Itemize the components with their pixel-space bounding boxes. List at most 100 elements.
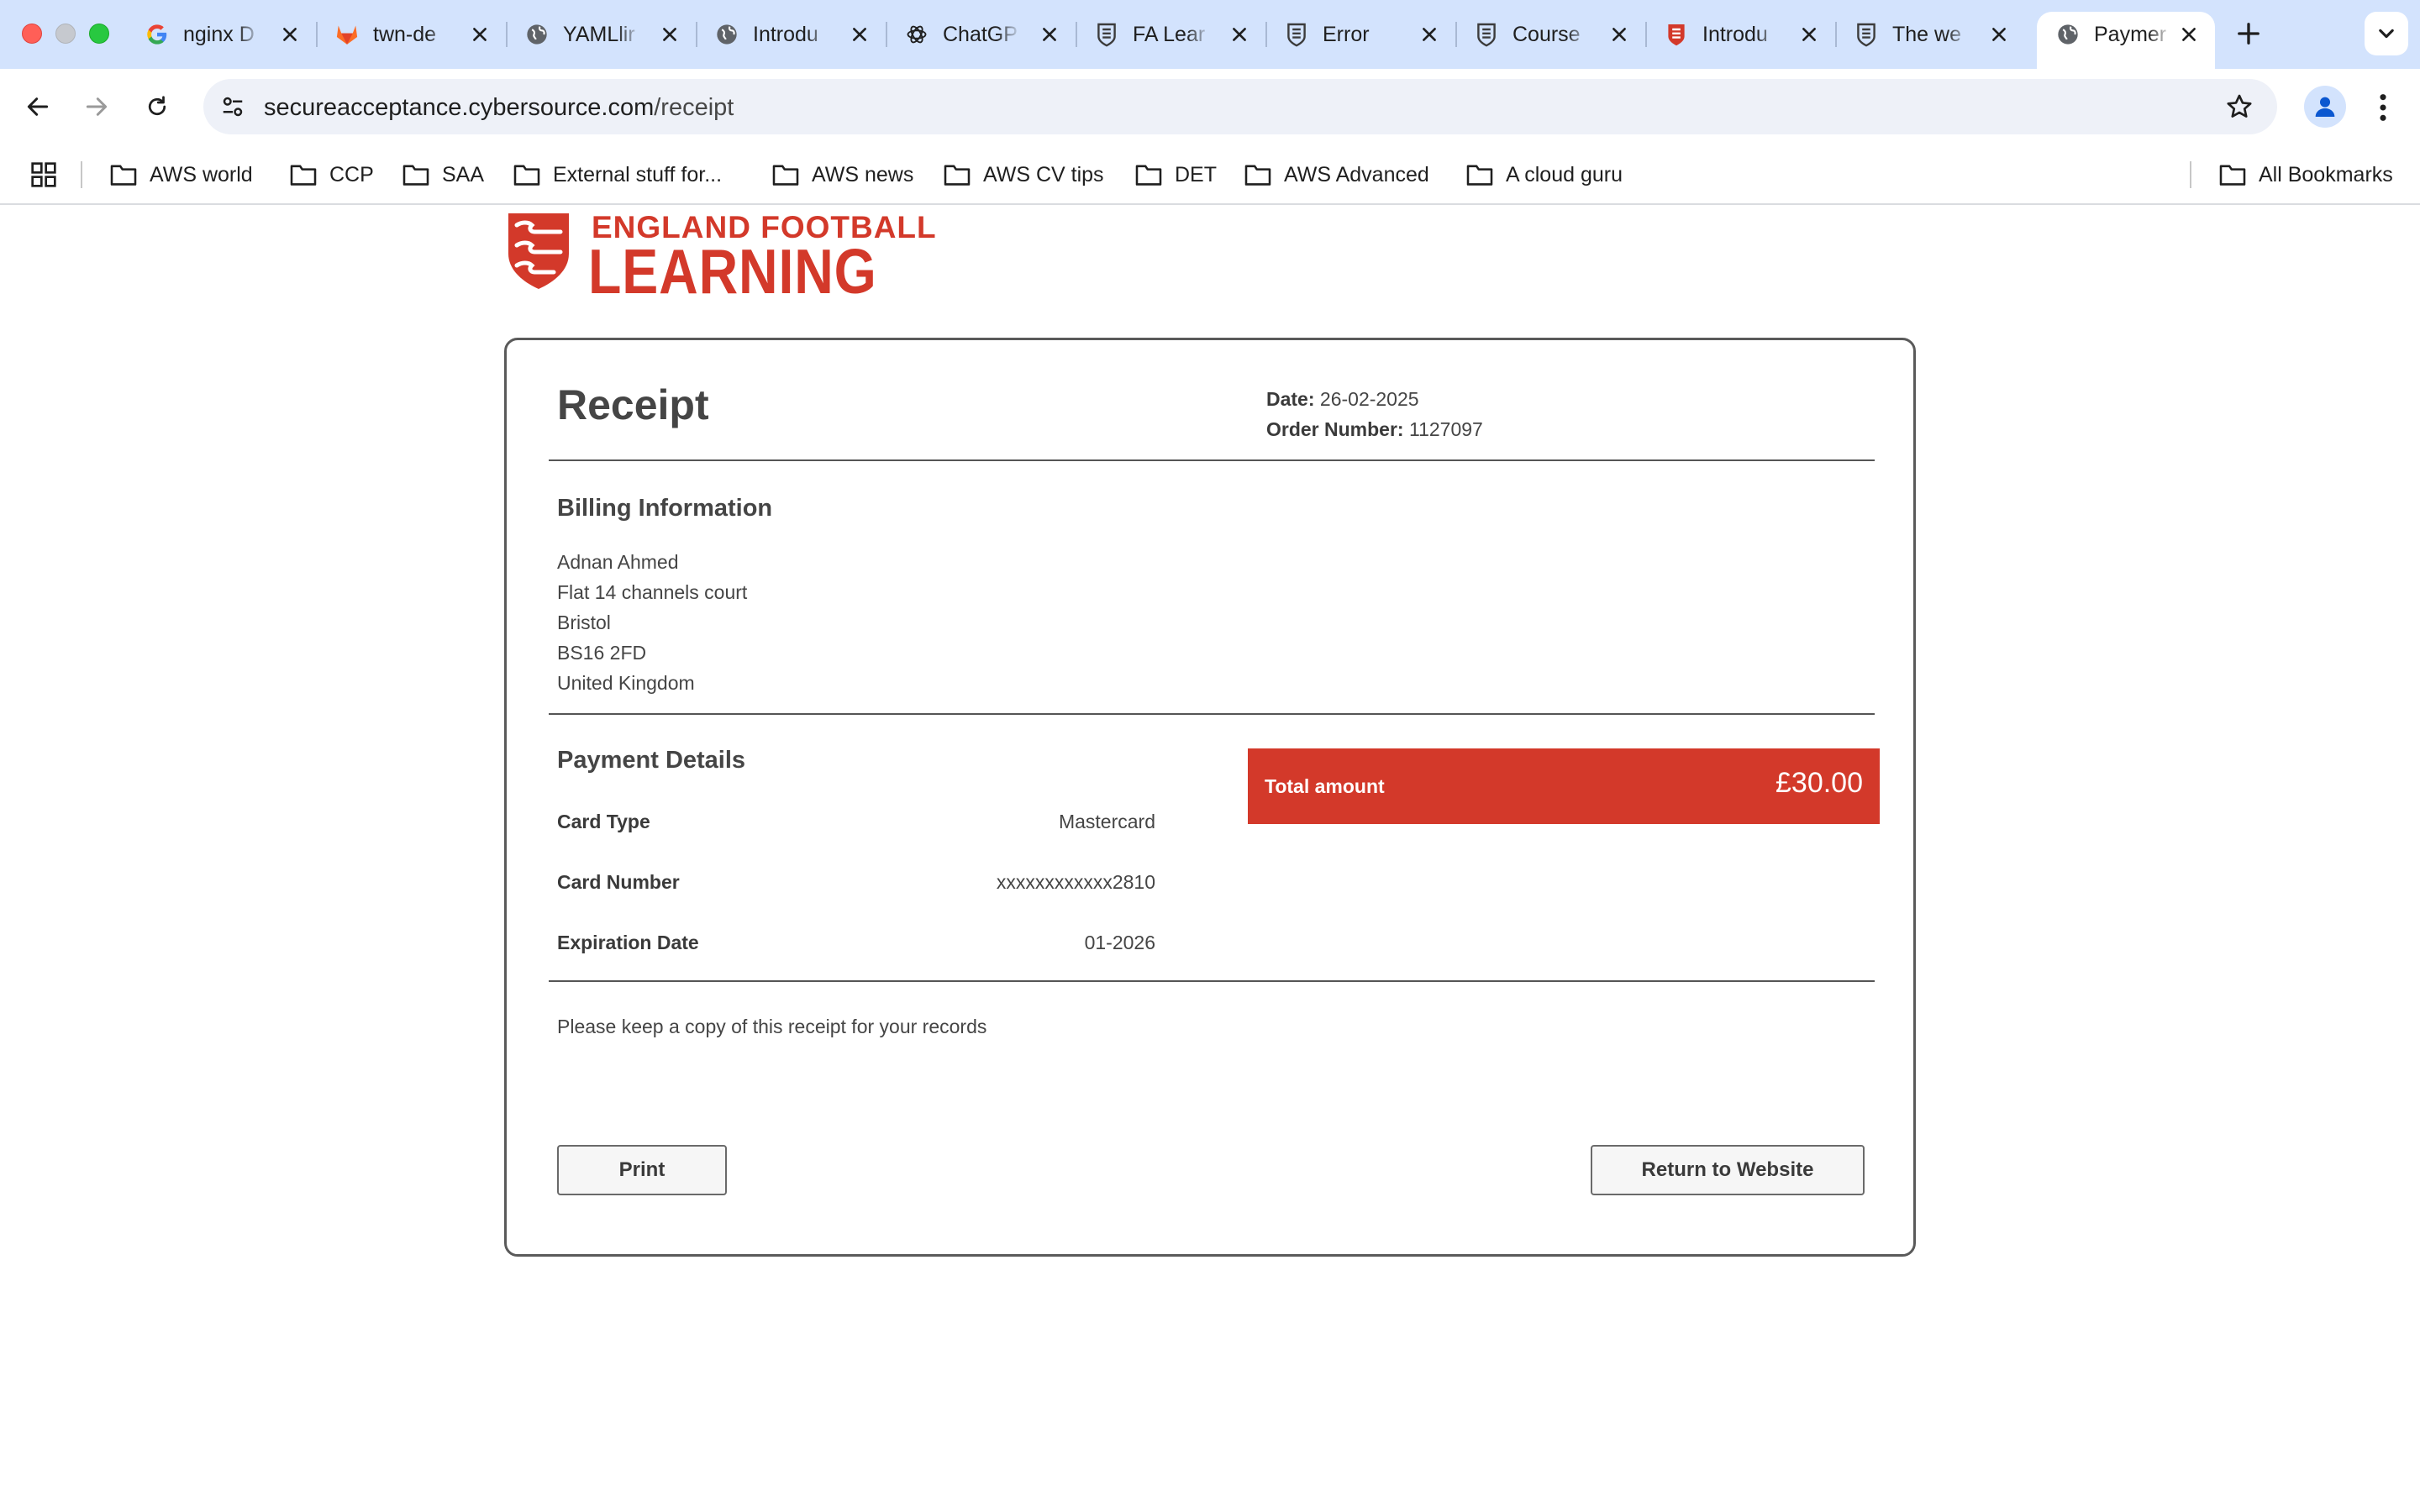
bookmark-folder[interactable]: External stuff for... bbox=[513, 160, 722, 190]
browser-tab[interactable]: ChatGP bbox=[886, 12, 1077, 57]
total-amount-label: Total amount bbox=[1265, 775, 1385, 797]
close-tab-icon[interactable] bbox=[1417, 22, 1442, 47]
browser-tab-active[interactable]: Paymer bbox=[2037, 12, 2215, 69]
folder-icon bbox=[402, 165, 429, 186]
billing-title: Billing Information bbox=[557, 495, 773, 522]
bookmark-label: AWS world bbox=[150, 162, 253, 186]
window-close-button[interactable] bbox=[22, 24, 42, 44]
tab-title: YAMLlir bbox=[563, 22, 635, 46]
fa-crest-icon bbox=[1094, 22, 1119, 47]
card-type-row: Card Type Mastercard bbox=[557, 811, 1155, 841]
tab-title: Error bbox=[1323, 22, 1370, 46]
total-amount-value: £30.00 bbox=[1776, 767, 1863, 799]
close-tab-icon[interactable] bbox=[1037, 22, 1062, 47]
tab-title: ChatGP bbox=[943, 22, 1018, 46]
folder-icon bbox=[944, 165, 971, 186]
billing-address-line: Flat 14 channels court bbox=[557, 581, 748, 603]
reload-button[interactable] bbox=[138, 87, 176, 126]
date-label: Date: bbox=[1266, 388, 1315, 410]
arrow-right-icon bbox=[86, 97, 108, 116]
profile-avatar[interactable] bbox=[2304, 86, 2346, 128]
divider bbox=[549, 713, 1875, 715]
close-tab-icon[interactable] bbox=[1227, 22, 1252, 47]
bookmark-label: DET bbox=[1175, 162, 1217, 186]
tab-title: FA Lear bbox=[1133, 22, 1206, 46]
browser-tab[interactable]: twn-de bbox=[316, 12, 508, 57]
globe-icon bbox=[714, 22, 739, 47]
bookmark-folder[interactable]: DET bbox=[1134, 160, 1217, 190]
bookmark-folder[interactable]: AWS Advanced bbox=[1244, 160, 1429, 190]
address-bar[interactable]: secureacceptance.cybersource.com/receipt bbox=[203, 79, 2277, 134]
forward-button[interactable] bbox=[77, 87, 116, 126]
browser-tab[interactable]: nginx D bbox=[126, 12, 318, 57]
site-settings-icon[interactable] bbox=[218, 92, 247, 121]
bookmark-label: A cloud guru bbox=[1506, 162, 1623, 186]
browser-tab[interactable]: Course bbox=[1455, 12, 1647, 57]
globe-icon bbox=[524, 22, 550, 47]
bookmark-folder[interactable]: AWS news bbox=[771, 160, 913, 190]
order-number: 1127097 bbox=[1408, 418, 1483, 440]
browser-menu-button[interactable] bbox=[2366, 89, 2400, 126]
browser-tab[interactable]: Introdu bbox=[1645, 12, 1837, 57]
google-icon bbox=[145, 22, 170, 47]
receipt-title: Receipt bbox=[557, 381, 709, 428]
openai-icon bbox=[904, 22, 929, 47]
tab-title: Paymer bbox=[2094, 22, 2167, 46]
close-tab-icon[interactable] bbox=[1986, 22, 2012, 47]
bookmark-folder[interactable]: SAA bbox=[402, 160, 484, 190]
bookmark-folder[interactable]: CCP bbox=[289, 160, 374, 190]
close-tab-icon[interactable] bbox=[1607, 22, 1632, 47]
billing-address: Adnan Ahmed Flat 14 channels court Brist… bbox=[557, 547, 747, 698]
red-crest-icon bbox=[1664, 22, 1689, 47]
window-zoom-button[interactable] bbox=[89, 24, 109, 44]
url-text: secureacceptance.cybersource.com/receipt bbox=[264, 94, 734, 122]
all-bookmarks-button[interactable]: All Bookmarks bbox=[2218, 160, 2393, 190]
return-to-website-button[interactable]: Return to Website bbox=[1591, 1145, 1865, 1195]
apps-grid-icon[interactable] bbox=[30, 161, 57, 188]
folder-icon bbox=[2219, 165, 2246, 186]
receipt-card: Receipt Date: 26-02-2025 Order Number: 1… bbox=[504, 338, 1916, 1257]
bookmarks-divider bbox=[2190, 161, 2191, 188]
url-host: secureacceptance.cybersource.com bbox=[264, 94, 655, 121]
browser-tab[interactable]: FA Lear bbox=[1076, 12, 1267, 57]
bookmark-star-icon[interactable] bbox=[2223, 91, 2255, 123]
close-tab-icon[interactable] bbox=[1797, 22, 1822, 47]
close-tab-icon[interactable] bbox=[657, 22, 682, 47]
bookmark-folder[interactable]: A cloud guru bbox=[1465, 160, 1623, 190]
url-path: /receipt bbox=[654, 94, 734, 121]
tab-search-button[interactable] bbox=[2365, 12, 2408, 55]
billing-name: Adnan Ahmed bbox=[557, 551, 679, 573]
gitlab-icon bbox=[334, 22, 360, 47]
folder-icon bbox=[513, 165, 540, 186]
browser-tab[interactable]: Error bbox=[1265, 12, 1457, 57]
arrow-left-icon bbox=[27, 97, 49, 116]
close-tab-icon[interactable] bbox=[2176, 22, 2202, 47]
browser-tab[interactable]: Introdu bbox=[696, 12, 887, 57]
bookmark-label: AWS Advanced bbox=[1284, 162, 1429, 186]
browser-tab[interactable]: YAMLlir bbox=[506, 12, 697, 57]
close-tab-icon[interactable] bbox=[847, 22, 872, 47]
more-vertical-icon bbox=[2380, 94, 2386, 121]
england-football-learning-logo: ENGLAND FOOTBALL LEARNING bbox=[504, 210, 936, 307]
tab-title: nginx D bbox=[183, 22, 255, 46]
back-button[interactable] bbox=[18, 87, 57, 126]
print-button[interactable]: Print bbox=[557, 1145, 727, 1195]
folder-icon bbox=[1135, 165, 1162, 186]
expiration-date-label: Expiration Date bbox=[557, 932, 699, 953]
tab-title: Introdu bbox=[1702, 22, 1768, 46]
new-tab-button[interactable] bbox=[2232, 17, 2265, 50]
receipt-note: Please keep a copy of this receipt for y… bbox=[557, 1016, 987, 1037]
browser-tab[interactable]: The we bbox=[1835, 12, 2025, 57]
bookmark-label: External stuff for... bbox=[553, 162, 723, 186]
bookmark-folder[interactable]: AWS world bbox=[109, 160, 253, 190]
bookmark-label: CCP bbox=[329, 162, 374, 186]
billing-postcode: BS16 2FD bbox=[557, 642, 647, 664]
bookmark-label: All Bookmarks bbox=[2259, 162, 2393, 186]
close-tab-icon[interactable] bbox=[467, 22, 492, 47]
bookmark-folder[interactable]: AWS CV tips bbox=[943, 160, 1104, 190]
close-tab-icon[interactable] bbox=[277, 22, 302, 47]
order-number-label: Order Number: bbox=[1266, 418, 1404, 440]
bookmark-label: AWS CV tips bbox=[983, 162, 1104, 186]
receipt-meta: Date: 26-02-2025 Order Number: 1127097 bbox=[1266, 384, 1483, 444]
window-minimize-button[interactable] bbox=[55, 24, 76, 44]
